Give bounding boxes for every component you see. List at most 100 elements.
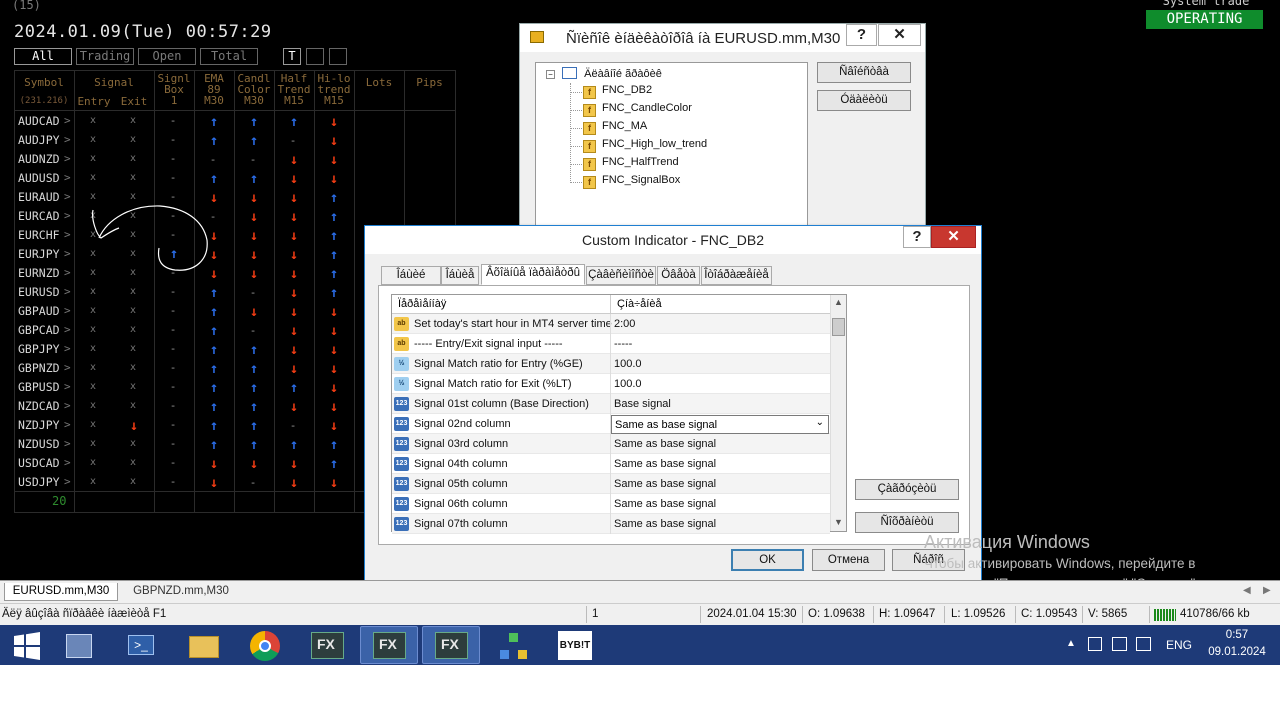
chevron-down-icon[interactable]: ⌄ — [816, 417, 824, 428]
taskbar-explorer[interactable] — [175, 626, 233, 664]
row-expand-icon[interactable]: > — [64, 114, 71, 127]
row-expand-icon[interactable]: > — [64, 209, 71, 222]
row-symbol[interactable]: GBPJPY — [18, 342, 60, 356]
row-symbol[interactable]: EURCHF — [18, 228, 60, 242]
row-symbol[interactable]: AUDNZD — [18, 152, 60, 166]
param-row[interactable]: 123 Signal 07th column Same as base signal — [392, 514, 830, 534]
row-expand-icon[interactable]: > — [64, 152, 71, 165]
param-row[interactable]: 123 Signal 01st column (Base Direction) Ba… — [392, 394, 830, 414]
param-value-dropdown[interactable]: Same as base signal ⌄ — [611, 415, 829, 434]
close-button[interactable]: ✕ — [878, 24, 921, 46]
taskbar-powershell[interactable]: >_ — [112, 626, 170, 664]
language-indicator[interactable]: ENG — [1166, 638, 1192, 652]
param-value[interactable]: ----- — [614, 338, 632, 350]
indicator-item[interactable]: f FNC_DB2 — [583, 84, 652, 99]
speaker-icon[interactable] — [1088, 637, 1102, 651]
indicator-item[interactable]: f FNC_MA — [583, 120, 647, 135]
row-symbol[interactable]: AUDJPY — [18, 133, 60, 147]
row-expand-icon[interactable]: > — [64, 228, 71, 241]
indicator-item[interactable]: f FNC_SignalBox — [583, 174, 680, 189]
param-row[interactable]: ½ Signal Match ratio for Entry (%GE) 100.0 — [392, 354, 830, 374]
indicator-item[interactable]: f FNC_High_low_trend — [583, 138, 707, 153]
tab-blank-1[interactable] — [306, 48, 324, 65]
row-symbol[interactable]: NZDCAD — [18, 399, 60, 413]
row-symbol[interactable]: USDCAD — [18, 456, 60, 470]
params-scrollbar[interactable]: ▲ ▼ — [830, 295, 846, 531]
properties-button[interactable]: Ñâîéñòâà — [817, 62, 911, 83]
tab-total[interactable]: Total — [200, 48, 258, 65]
dialog-close-button[interactable]: ✕ — [931, 226, 976, 248]
chart-tab-eurusd[interactable]: EURUSD.mm,M30 — [4, 583, 118, 601]
row-expand-icon[interactable]: > — [64, 361, 71, 374]
tree-root[interactable]: − Äëàâíîé ãðàôèê — [546, 67, 662, 80]
tab-dependencies[interactable]: Çàâèñèìîñòè — [586, 266, 656, 285]
row-expand-icon[interactable]: > — [64, 247, 71, 260]
param-row[interactable]: 123 Signal 04th column Same as base signal — [392, 454, 830, 474]
indicator-item[interactable]: f FNC_CandleColor — [583, 102, 692, 117]
row-symbol[interactable]: NZDJPY — [18, 418, 60, 432]
row-expand-icon[interactable]: > — [64, 285, 71, 298]
tab-trading[interactable]: Trading — [76, 48, 134, 65]
save-button[interactable]: Ñîõðàíèòü — [855, 512, 959, 533]
param-row[interactable]: 123 Signal 05th column Same as base signal — [392, 474, 830, 494]
row-expand-icon[interactable]: > — [64, 418, 71, 431]
param-row[interactable]: ½ Signal Match ratio for Exit (%LT) 100.0 — [392, 374, 830, 394]
param-value[interactable]: 2:00 — [614, 318, 635, 330]
ok-button[interactable]: OK — [731, 549, 804, 571]
taskbar-bybit[interactable]: BYB!T — [546, 626, 604, 664]
chart-tab-gbpnzd[interactable]: GBPNZD.mm,M30 — [122, 583, 240, 601]
row-expand-icon[interactable]: > — [64, 399, 71, 412]
row-expand-icon[interactable]: > — [64, 475, 71, 488]
row-expand-icon[interactable]: > — [64, 133, 71, 146]
row-symbol[interactable]: AUDUSD — [18, 171, 60, 185]
tab-scroll-right-icon[interactable]: ▶ — [1263, 585, 1271, 596]
row-symbol[interactable]: NZDUSD — [18, 437, 60, 451]
help-button[interactable]: ? — [846, 24, 877, 46]
param-value[interactable]: 100.0 — [614, 378, 642, 390]
row-symbol[interactable]: AUDCAD — [18, 114, 60, 128]
taskbar-chrome[interactable] — [236, 626, 294, 664]
row-symbol[interactable]: GBPCAD — [18, 323, 60, 337]
load-button[interactable]: Çàãðóçèòü — [855, 479, 959, 500]
param-row[interactable]: ab ----- Entry/Exit signal input ----- ---… — [392, 334, 830, 354]
taskbar-network-app[interactable] — [484, 626, 542, 664]
scroll-thumb[interactable] — [832, 318, 845, 336]
scroll-up-icon[interactable]: ▲ — [834, 297, 843, 307]
param-value[interactable]: Base signal — [614, 398, 671, 410]
param-row[interactable]: 123 Signal 03rd column Same as base signal — [392, 434, 830, 454]
row-expand-icon[interactable]: > — [64, 456, 71, 469]
action-center-icon[interactable] — [1136, 637, 1151, 651]
param-value[interactable]: Same as base signal — [614, 518, 716, 530]
row-symbol[interactable]: GBPAUD — [18, 304, 60, 318]
tab-visualization[interactable]: Îòîáðàæåíèå — [701, 266, 772, 285]
network-icon[interactable] — [1112, 637, 1127, 651]
row-symbol[interactable]: EURNZD — [18, 266, 60, 280]
scroll-down-icon[interactable]: ▼ — [834, 517, 843, 527]
row-expand-icon[interactable]: > — [64, 323, 71, 336]
param-value[interactable]: Same as base signal — [614, 498, 716, 510]
connection-icon[interactable] — [1154, 609, 1176, 621]
tab-common[interactable]: Îáùèé äàííûå — [381, 266, 441, 298]
row-expand-icon[interactable]: > — [64, 342, 71, 355]
clock-date[interactable]: 09.01.2024 — [1200, 646, 1274, 658]
row-symbol[interactable]: EURAUD — [18, 190, 60, 204]
param-row[interactable]: 123 Signal 06th column Same as base signal — [392, 494, 830, 514]
tab-inputs[interactable]: Âõîäíûå ïàðàìåòðû — [481, 264, 585, 285]
row-symbol[interactable]: GBPUSD — [18, 380, 60, 394]
collapse-icon[interactable]: − — [546, 70, 555, 79]
row-symbol[interactable]: USDJPY — [18, 475, 60, 489]
indicator-item[interactable]: f FNC_HalfTrend — [583, 156, 679, 171]
tab-blank-2[interactable] — [329, 48, 347, 65]
tab-colors[interactable]: Öâåòà — [657, 266, 700, 285]
param-value[interactable]: 100.0 — [614, 358, 642, 370]
row-expand-icon[interactable]: > — [64, 304, 71, 317]
tab-open[interactable]: Open — [138, 48, 196, 65]
tab-scroll-left-icon[interactable]: ◀ — [1243, 585, 1251, 596]
row-expand-icon[interactable]: > — [64, 266, 71, 279]
taskbar-server-manager[interactable] — [52, 626, 110, 664]
row-symbol[interactable]: EURCAD — [18, 209, 60, 223]
row-expand-icon[interactable]: > — [64, 171, 71, 184]
row-expand-icon[interactable]: > — [64, 190, 71, 203]
delete-button[interactable]: Óäàëèòü — [817, 90, 911, 111]
param-value[interactable]: Same as base signal — [614, 478, 716, 490]
